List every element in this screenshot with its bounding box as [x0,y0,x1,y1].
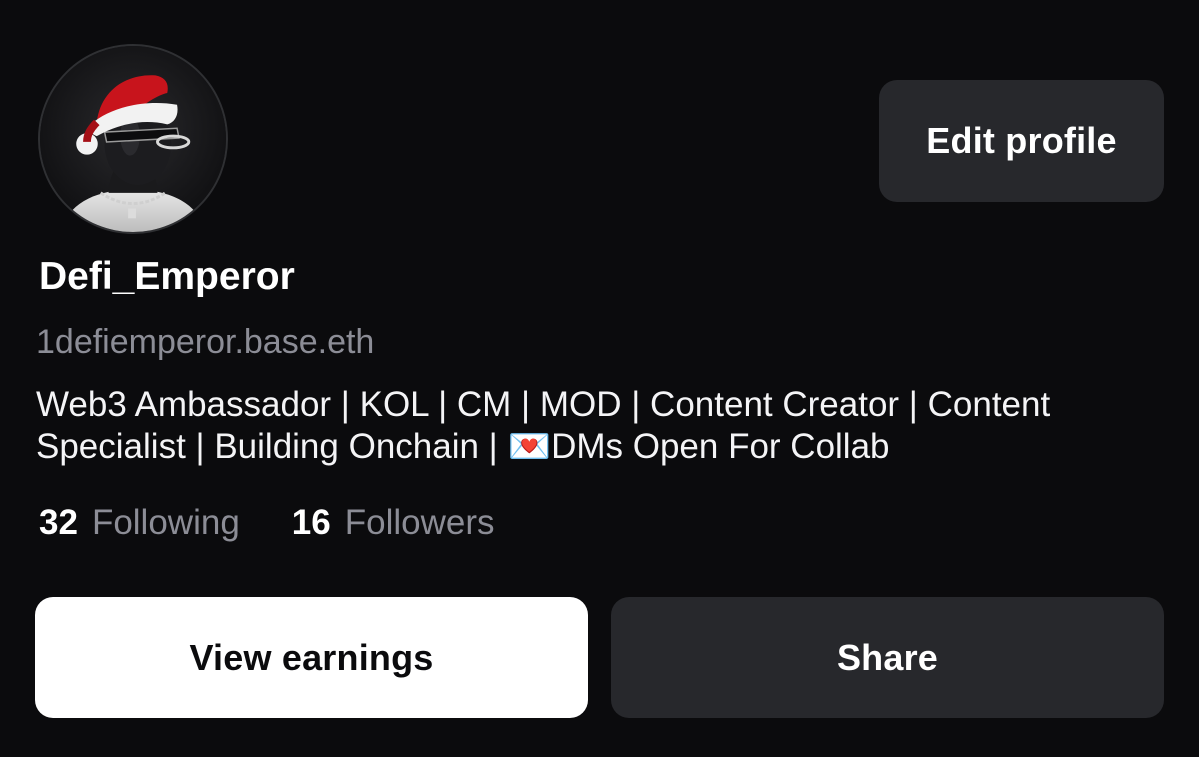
following-stat[interactable]: 32 Following [39,503,240,543]
view-earnings-label: View earnings [189,636,434,678]
share-label: Share [836,636,939,678]
profile-bio: Web3 Ambassador | KOL | CM | MOD | Conte… [36,385,1051,466]
display-name: Defi_Emperor [39,255,295,298]
avatar-image [40,46,226,232]
edit-profile-label: Edit profile [926,120,1117,161]
avatar[interactable] [38,44,228,234]
followers-count: 16 [291,503,331,542]
followers-label: Followers [344,503,495,542]
profile-stats: 32 Following 16 Followers [39,503,547,543]
view-earnings-button[interactable]: View earnings [35,597,588,718]
followers-stat[interactable]: 16 Followers [292,503,495,543]
profile-handle: 1defiemperor.base.eth [36,323,375,361]
share-button[interactable]: Share [611,597,1164,718]
following-count: 32 [39,503,78,542]
edit-profile-button[interactable]: Edit profile [879,80,1164,202]
following-label: Following [91,503,240,542]
